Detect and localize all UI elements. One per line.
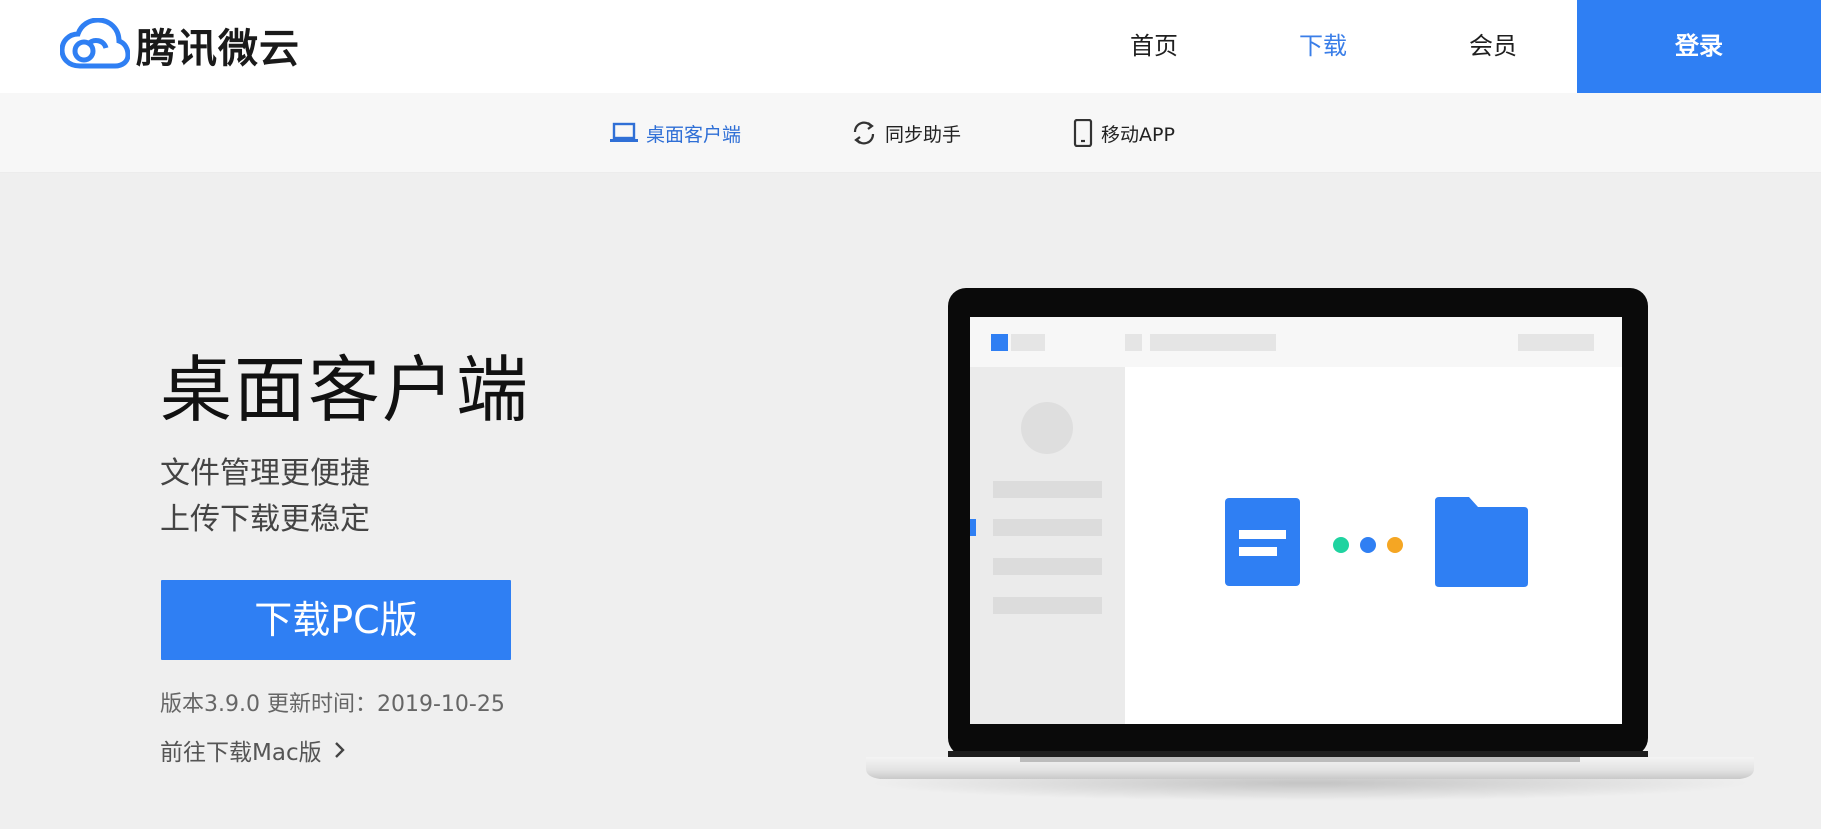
subnav-mobile-label: 移动APP — [1101, 123, 1175, 146]
hero-subtitle-line2: 上传下载更稳定 — [160, 502, 370, 537]
cloud-logo-icon — [60, 18, 130, 69]
logo-text: 腾讯微云 — [136, 26, 300, 72]
subnav-mobile-app[interactable]: 移动APP — [1073, 93, 1175, 173]
subnav-desktop-client[interactable]: 桌面客户端 — [610, 93, 741, 173]
nav-download[interactable]: 下载 — [1299, 0, 1347, 93]
top-header: 腾讯微云 首页 下载 会员 登录 — [0, 0, 1821, 93]
sub-nav: 桌面客户端 同步助手 移动APP — [0, 93, 1821, 173]
login-button[interactable]: 登录 — [1577, 0, 1821, 93]
document-graphic — [1225, 498, 1300, 586]
sync-icon — [853, 121, 875, 145]
subnav-sync-label: 同步助手 — [885, 123, 962, 146]
laptop-illustration — [866, 288, 1754, 801]
version-info: 版本3.9.0 更新时间：2019-10-25 — [160, 692, 505, 717]
logo[interactable]: 腾讯微云 — [60, 18, 300, 72]
mac-download-label: 前往下载Mac版 — [160, 740, 322, 766]
folder-graphic — [1435, 497, 1528, 587]
transfer-dot-green — [1333, 537, 1349, 553]
mac-download-link[interactable]: 前往下载Mac版 — [160, 733, 346, 767]
nav-membership[interactable]: 会员 — [1469, 0, 1517, 93]
laptop-icon — [610, 122, 638, 142]
hero-subtitle-line1: 文件管理更便捷 — [160, 456, 370, 491]
phone-icon — [1073, 119, 1093, 147]
transfer-dot-blue — [1360, 537, 1376, 553]
subnav-sync-assistant[interactable]: 同步助手 — [851, 93, 961, 173]
hero-title: 桌面客户端 — [160, 348, 531, 432]
download-pc-button[interactable]: 下载PC版 — [161, 580, 511, 660]
transfer-dot-orange — [1387, 537, 1403, 553]
nav-home[interactable]: 首页 — [1130, 0, 1178, 93]
chevron-right-icon — [334, 742, 345, 758]
subnav-desktop-label: 桌面客户端 — [646, 123, 742, 146]
